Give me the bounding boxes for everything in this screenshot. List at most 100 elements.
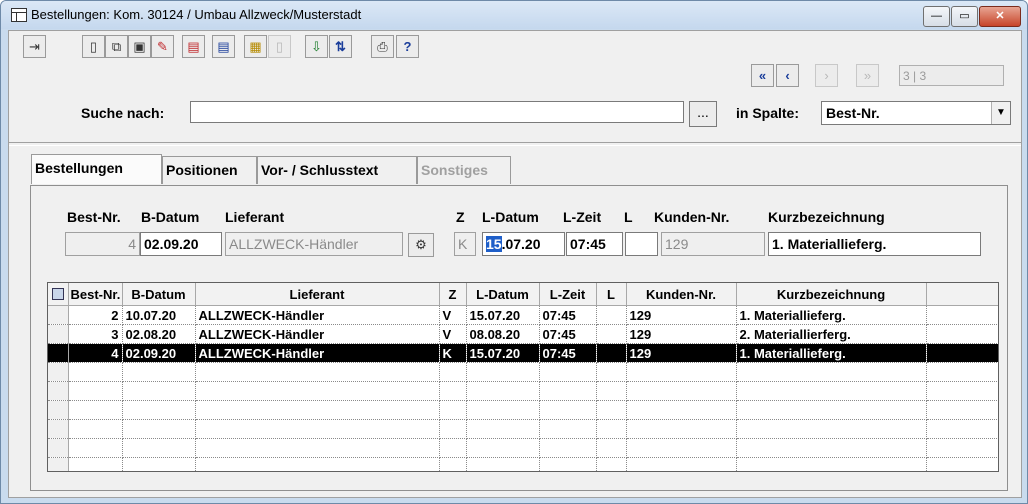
empty-cell[interactable] — [122, 438, 196, 458]
column-header[interactable]: Kunden-Nr. — [626, 283, 737, 306]
empty-cell[interactable] — [466, 400, 540, 420]
empty-cell[interactable] — [195, 400, 440, 420]
column-header[interactable]: Z — [439, 283, 467, 306]
minimize-button[interactable]: — — [923, 6, 950, 27]
empty-row[interactable] — [48, 362, 998, 382]
l-datum-field[interactable]: 15.07.20 — [482, 232, 565, 256]
empty-cell[interactable] — [626, 457, 737, 471]
empty-cell[interactable] — [736, 419, 927, 439]
cell-l-datum[interactable]: 08.08.20 — [466, 324, 540, 344]
exit-icon[interactable]: ⇥ — [23, 35, 46, 58]
tab-vor-schlusstext[interactable]: Vor- / Schlusstext — [257, 156, 417, 184]
empty-cell[interactable] — [122, 381, 196, 401]
cell-lieferant[interactable]: ALLZWECK-Händler — [195, 324, 440, 344]
empty-cell[interactable] — [68, 457, 123, 471]
empty-cell[interactable] — [596, 457, 627, 471]
empty-cell[interactable] — [122, 400, 196, 420]
empty-cell[interactable] — [539, 362, 597, 382]
empty-cell[interactable] — [736, 362, 927, 382]
cell-b-datum[interactable]: 02.08.20 — [122, 324, 196, 344]
copy-icon[interactable] — [48, 283, 69, 306]
empty-cell[interactable] — [195, 381, 440, 401]
empty-cell[interactable] — [736, 457, 927, 471]
table-row[interactable]: 3 02.08.20 ALLZWECK-Händler V 08.08.20 0… — [48, 324, 998, 344]
chevron-down-icon[interactable]: ▼ — [991, 102, 1010, 124]
row-indicator[interactable] — [48, 362, 69, 382]
sort-az-icon[interactable]: ⇅ — [329, 35, 352, 58]
empty-cell[interactable] — [68, 438, 123, 458]
maximize-button[interactable]: ▭ — [951, 6, 978, 27]
column-header[interactable]: L — [596, 283, 627, 306]
cell-l-zeit[interactable]: 07:45 — [539, 324, 597, 344]
empty-cell[interactable] — [466, 362, 540, 382]
cell-l-zeit[interactable]: 07:45 — [539, 305, 597, 325]
cell-kunden-nr[interactable]: 129 — [626, 324, 737, 344]
supplier-lookup-icon[interactable]: ⚙ — [408, 233, 434, 257]
empty-cell[interactable] — [596, 400, 627, 420]
help-icon[interactable]: ? — [396, 35, 419, 58]
empty-cell[interactable] — [736, 381, 927, 401]
tab-bestellungen[interactable]: Bestellungen — [31, 154, 162, 184]
cell-best-nr[interactable]: 4 — [68, 343, 123, 363]
row-indicator[interactable] — [48, 381, 69, 401]
b-datum-field[interactable]: 02.09.20 — [140, 232, 222, 256]
empty-cell[interactable] — [596, 362, 627, 382]
empty-cell[interactable] — [122, 362, 196, 382]
empty-row[interactable] — [48, 438, 998, 458]
table-row[interactable]: 2 10.07.20 ALLZWECK-Händler V 15.07.20 0… — [48, 305, 998, 325]
cell-kunden-nr[interactable]: 129 — [626, 343, 737, 363]
cell-best-nr[interactable]: 2 — [68, 305, 123, 325]
cell-kurzbezeichnung[interactable]: 1. Materiallieferg. — [736, 305, 927, 325]
print-icon[interactable]: ⎙ — [371, 35, 394, 58]
row-indicator[interactable] — [48, 400, 69, 420]
cell-l-datum[interactable]: 15.07.20 — [466, 305, 540, 325]
empty-cell[interactable] — [195, 438, 440, 458]
empty-cell[interactable] — [626, 381, 737, 401]
row-indicator[interactable] — [48, 305, 69, 325]
search-input[interactable] — [190, 101, 684, 123]
cell-l[interactable] — [596, 343, 627, 363]
empty-cell[interactable] — [596, 438, 627, 458]
copy-document-icon[interactable]: ⧉ — [105, 35, 128, 58]
empty-cell[interactable] — [439, 400, 467, 420]
empty-cell[interactable] — [626, 400, 737, 420]
row-indicator[interactable] — [48, 457, 69, 471]
empty-cell[interactable] — [736, 438, 927, 458]
row-indicator[interactable] — [48, 324, 69, 344]
column-header[interactable]: Lieferant — [195, 283, 440, 306]
cell-b-datum[interactable]: 02.09.20 — [122, 343, 196, 363]
first-record-icon[interactable]: « — [751, 64, 774, 87]
cell-l-zeit[interactable]: 07:45 — [539, 343, 597, 363]
cell-l[interactable] — [596, 324, 627, 344]
l-field[interactable] — [625, 232, 658, 256]
column-header[interactable]: B-Datum — [122, 283, 196, 306]
cell-b-datum[interactable]: 10.07.20 — [122, 305, 196, 325]
document-blue-icon[interactable]: ▤ — [212, 35, 235, 58]
column-header[interactable]: Kurzbezeichnung — [736, 283, 927, 306]
cell-l-datum[interactable]: 15.07.20 — [466, 343, 540, 363]
export-excel-icon[interactable]: ⇩ — [305, 35, 328, 58]
empty-cell[interactable] — [466, 419, 540, 439]
empty-cell[interactable] — [626, 362, 737, 382]
column-select[interactable]: Best-Nr. ▼ — [821, 101, 1011, 125]
cell-z[interactable]: V — [439, 324, 467, 344]
tab-sonstiges[interactable]: Sonstiges — [417, 156, 511, 184]
empty-cell[interactable] — [466, 438, 540, 458]
new-document-icon[interactable]: ▯ — [82, 35, 105, 58]
kurzbezeichnung-field[interactable]: 1. Materiallieferg. — [768, 232, 981, 256]
save-icon[interactable]: ▣ — [128, 35, 151, 58]
column-header[interactable]: Best-Nr. — [68, 283, 123, 306]
empty-cell[interactable] — [626, 438, 737, 458]
cell-z[interactable]: K — [439, 343, 467, 363]
cell-l[interactable] — [596, 305, 627, 325]
empty-row[interactable] — [48, 457, 998, 471]
empty-cell[interactable] — [439, 457, 467, 471]
empty-cell[interactable] — [68, 381, 123, 401]
cell-lieferant[interactable]: ALLZWECK-Händler — [195, 343, 440, 363]
table-row-selected[interactable]: 4 02.09.20 ALLZWECK-Händler K 15.07.20 0… — [48, 343, 998, 363]
empty-cell[interactable] — [626, 419, 737, 439]
empty-cell[interactable] — [539, 381, 597, 401]
empty-cell[interactable] — [439, 438, 467, 458]
empty-row[interactable] — [48, 381, 998, 401]
last-record-icon[interactable]: » — [856, 64, 879, 87]
